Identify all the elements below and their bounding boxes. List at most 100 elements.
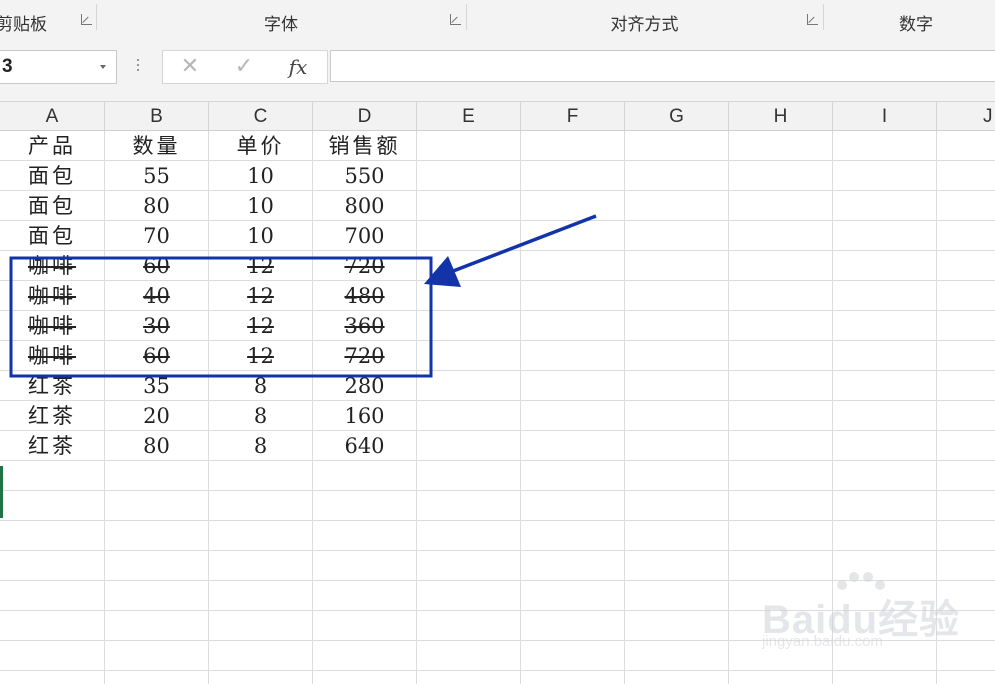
column-header-g[interactable]: G xyxy=(625,102,729,130)
table-cell[interactable] xyxy=(417,491,521,521)
table-cell[interactable] xyxy=(105,671,209,684)
table-cell[interactable] xyxy=(625,521,729,551)
table-cell[interactable]: 红茶 xyxy=(0,431,105,461)
table-cell[interactable] xyxy=(521,491,625,521)
table-cell[interactable] xyxy=(729,161,833,191)
table-cell[interactable] xyxy=(521,521,625,551)
table-cell[interactable] xyxy=(625,551,729,581)
table-cell[interactable] xyxy=(521,191,625,221)
table-cell[interactable]: 60 xyxy=(105,341,209,371)
table-cell[interactable] xyxy=(625,641,729,671)
table-cell[interactable] xyxy=(521,401,625,431)
table-cell[interactable] xyxy=(625,341,729,371)
table-cell[interactable] xyxy=(937,161,995,191)
table-cell[interactable]: 55 xyxy=(105,161,209,191)
table-cell[interactable]: 280 xyxy=(313,371,417,401)
table-cell[interactable] xyxy=(937,311,995,341)
cancel-icon[interactable]: ✕ xyxy=(175,55,205,79)
table-cell[interactable] xyxy=(105,611,209,641)
table-cell[interactable]: 35 xyxy=(105,371,209,401)
table-cell[interactable]: 60 xyxy=(105,251,209,281)
table-cell[interactable] xyxy=(521,281,625,311)
table-cell[interactable] xyxy=(729,131,833,161)
table-cell[interactable] xyxy=(417,371,521,401)
table-cell[interactable] xyxy=(521,221,625,251)
name-box[interactable]: 3 xyxy=(0,50,117,84)
table-cell[interactable] xyxy=(833,401,937,431)
table-cell[interactable] xyxy=(833,311,937,341)
table-cell[interactable] xyxy=(625,161,729,191)
table-cell[interactable]: 10 xyxy=(209,161,313,191)
table-cell[interactable] xyxy=(417,461,521,491)
table-cell[interactable] xyxy=(833,491,937,521)
table-cell[interactable]: 8 xyxy=(209,431,313,461)
table-cell[interactable] xyxy=(833,251,937,281)
insert-function-icon[interactable]: fx xyxy=(283,55,313,79)
name-box-dropdown-icon[interactable] xyxy=(100,65,106,69)
table-cell[interactable] xyxy=(521,641,625,671)
table-cell[interactable] xyxy=(0,671,105,684)
table-cell[interactable] xyxy=(937,131,995,161)
table-cell[interactable] xyxy=(625,131,729,161)
table-cell[interactable] xyxy=(937,371,995,401)
table-cell[interactable] xyxy=(625,581,729,611)
table-cell[interactable] xyxy=(417,161,521,191)
table-cell[interactable] xyxy=(209,641,313,671)
clipboard-dialog-launcher-icon[interactable] xyxy=(81,14,92,25)
table-cell[interactable]: 720 xyxy=(313,251,417,281)
table-cell[interactable] xyxy=(417,251,521,281)
table-cell[interactable] xyxy=(521,371,625,401)
table-cell[interactable]: 红茶 xyxy=(0,371,105,401)
table-cell[interactable] xyxy=(937,431,995,461)
table-cell[interactable] xyxy=(937,251,995,281)
table-cell[interactable] xyxy=(937,221,995,251)
table-cell[interactable] xyxy=(625,221,729,251)
table-cell[interactable]: 550 xyxy=(313,161,417,191)
table-cell[interactable] xyxy=(521,251,625,281)
table-cell[interactable] xyxy=(417,521,521,551)
column-header-h[interactable]: H xyxy=(729,102,833,130)
table-cell[interactable] xyxy=(105,521,209,551)
table-cell[interactable] xyxy=(937,281,995,311)
table-cell[interactable] xyxy=(417,221,521,251)
table-cell[interactable] xyxy=(833,371,937,401)
table-cell[interactable] xyxy=(937,521,995,551)
table-cell[interactable] xyxy=(729,461,833,491)
table-cell[interactable] xyxy=(729,221,833,251)
table-cell[interactable]: 面包 xyxy=(0,221,105,251)
table-cell[interactable] xyxy=(0,461,105,491)
table-cell[interactable] xyxy=(833,431,937,461)
table-cell[interactable] xyxy=(625,401,729,431)
table-cell[interactable] xyxy=(417,341,521,371)
table-cell[interactable]: 咖啡 xyxy=(0,311,105,341)
table-cell[interactable] xyxy=(105,641,209,671)
table-cell[interactable]: 480 xyxy=(313,281,417,311)
table-cell[interactable]: 产品 xyxy=(0,131,105,161)
column-header-b[interactable]: B xyxy=(105,102,209,130)
formula-bar-resize-handle[interactable] xyxy=(136,56,140,78)
table-cell[interactable] xyxy=(833,521,937,551)
table-cell[interactable] xyxy=(209,551,313,581)
table-cell[interactable]: 12 xyxy=(209,281,313,311)
table-cell[interactable]: 8 xyxy=(209,371,313,401)
table-cell[interactable] xyxy=(209,521,313,551)
table-cell[interactable] xyxy=(521,431,625,461)
table-cell[interactable]: 640 xyxy=(313,431,417,461)
table-cell[interactable]: 80 xyxy=(105,431,209,461)
table-cell[interactable] xyxy=(209,671,313,684)
table-cell[interactable] xyxy=(729,341,833,371)
table-cell[interactable] xyxy=(417,641,521,671)
table-cell[interactable] xyxy=(833,341,937,371)
table-cell[interactable] xyxy=(937,401,995,431)
table-cell[interactable] xyxy=(521,671,625,684)
table-cell[interactable] xyxy=(833,191,937,221)
table-cell[interactable]: 10 xyxy=(209,191,313,221)
table-cell[interactable] xyxy=(937,191,995,221)
table-cell[interactable] xyxy=(937,461,995,491)
table-cell[interactable] xyxy=(209,581,313,611)
table-cell[interactable] xyxy=(833,131,937,161)
table-cell[interactable] xyxy=(417,581,521,611)
table-cell[interactable]: 360 xyxy=(313,311,417,341)
table-cell[interactable] xyxy=(313,641,417,671)
table-cell[interactable] xyxy=(521,461,625,491)
